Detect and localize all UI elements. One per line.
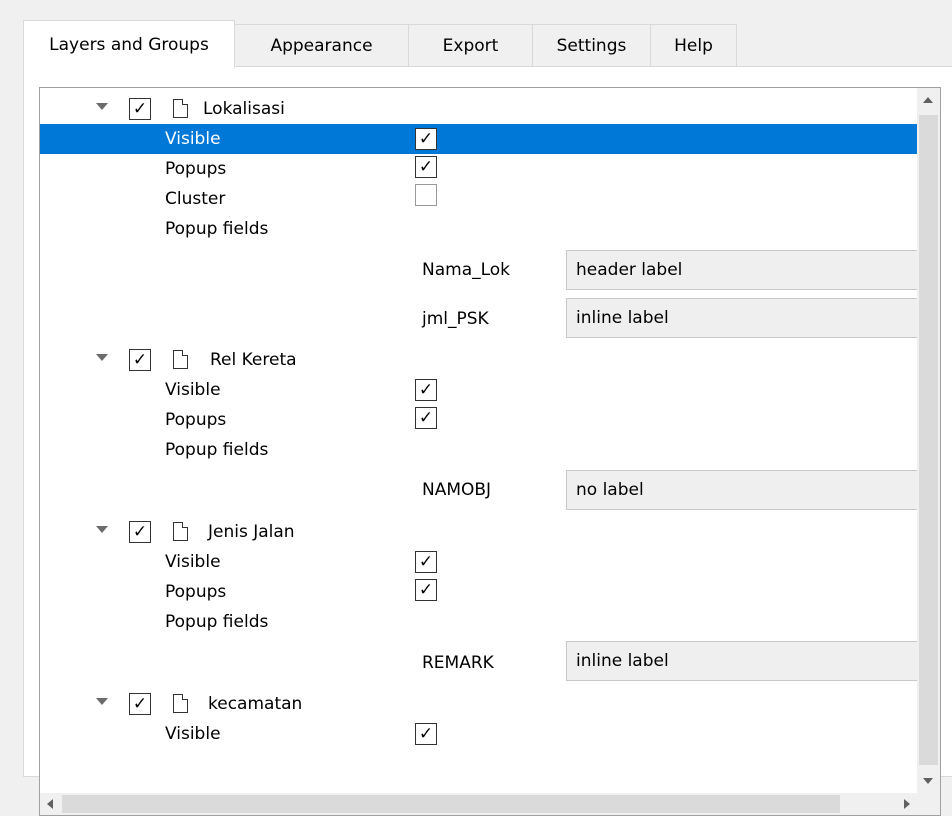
property-row-popups[interactable]: Popups ✓ <box>40 154 917 184</box>
property-row-popups[interactable]: Popups ✓ <box>40 405 917 435</box>
cluster-checkbox[interactable] <box>415 184 437 206</box>
visible-checkbox[interactable]: ✓ <box>415 551 437 573</box>
layer-checkbox[interactable]: ✓ <box>129 693 151 715</box>
document-icon <box>173 350 188 369</box>
tab-appearance[interactable]: Appearance <box>234 24 409 66</box>
layer-name: Rel Kereta <box>210 350 297 370</box>
layer-name: Lokalisasi <box>203 99 285 119</box>
layer-name: kecamatan <box>208 694 303 714</box>
chevron-down-icon[interactable] <box>96 354 108 361</box>
document-icon <box>173 99 188 118</box>
property-row-visible[interactable]: Visible ✓ <box>40 719 917 749</box>
property-row-popups[interactable]: Popups ✓ <box>40 577 917 607</box>
layer-checkbox[interactable]: ✓ <box>129 98 151 120</box>
property-row-popup-fields[interactable]: Popup fields <box>40 607 917 637</box>
property-label: Visible <box>165 129 221 149</box>
select-value: no label <box>576 480 644 500</box>
visible-checkbox[interactable]: ✓ <box>415 379 437 401</box>
property-label: Popups <box>165 582 227 602</box>
horizontal-scrollbar[interactable] <box>40 793 917 815</box>
scrollbar-thumb[interactable] <box>919 115 938 765</box>
visible-checkbox[interactable]: ✓ <box>415 128 437 150</box>
property-label: Visible <box>165 724 221 744</box>
scroll-left-icon[interactable] <box>47 799 53 809</box>
scrollbar-corner <box>917 793 940 815</box>
popups-checkbox[interactable]: ✓ <box>415 156 437 178</box>
property-row-visible[interactable]: Visible ✓ <box>40 375 917 405</box>
document-icon <box>173 694 188 713</box>
popups-checkbox[interactable]: ✓ <box>415 579 437 601</box>
label-mode-select[interactable]: inline label <box>566 298 917 338</box>
scroll-up-icon[interactable] <box>923 97 933 103</box>
layer-checkbox[interactable]: ✓ <box>129 521 151 543</box>
chevron-down-icon[interactable] <box>96 526 108 533</box>
label-mode-select[interactable]: inline label <box>566 641 917 681</box>
scroll-right-icon[interactable] <box>904 799 910 809</box>
label-mode-select[interactable]: header label <box>566 250 917 290</box>
select-value: inline label <box>576 308 669 328</box>
field-name: NAMOBJ <box>422 480 492 500</box>
property-label: Cluster <box>165 189 226 209</box>
property-label: Popup fields <box>165 440 269 460</box>
tab-export[interactable]: Export <box>408 24 533 66</box>
visible-checkbox[interactable]: ✓ <box>415 723 437 745</box>
tab-help[interactable]: Help <box>650 24 737 66</box>
chevron-down-icon[interactable] <box>96 103 108 110</box>
document-icon <box>173 522 188 541</box>
field-name: Nama_Lok <box>422 260 511 280</box>
property-label: Popups <box>165 410 227 430</box>
select-value: header label <box>576 260 683 280</box>
layer-row-lokalisasi[interactable]: ✓ Lokalisasi <box>40 94 917 124</box>
field-name: jml_PSK <box>422 309 489 329</box>
property-label: Popup fields <box>165 219 269 239</box>
scroll-down-icon[interactable] <box>923 778 933 784</box>
property-row-cluster[interactable]: Cluster <box>40 184 917 214</box>
layers-panel: ✓ Lokalisasi Visible ✓ Popups ✓ Cluster … <box>23 66 952 816</box>
tab-settings[interactable]: Settings <box>532 24 651 66</box>
property-row-visible[interactable]: Visible ✓ <box>40 124 917 154</box>
property-label: Popups <box>165 159 227 179</box>
label-mode-select[interactable]: no label <box>566 470 917 510</box>
vertical-scrollbar[interactable] <box>917 88 940 793</box>
layer-name: Jenis Jalan <box>208 522 295 542</box>
layer-checkbox[interactable]: ✓ <box>129 349 151 371</box>
chevron-down-icon[interactable] <box>96 698 108 705</box>
property-row-popup-fields[interactable]: Popup fields <box>40 214 917 244</box>
scrollbar-thumb[interactable] <box>62 795 840 813</box>
tab-layers-and-groups[interactable]: Layers and Groups <box>23 20 235 68</box>
property-label: Visible <box>165 380 221 400</box>
layer-row-rel-kereta[interactable]: ✓ Rel Kereta <box>40 345 917 375</box>
property-label: Visible <box>165 552 221 572</box>
property-row-visible[interactable]: Visible ✓ <box>40 547 917 577</box>
layer-row-jenis-jalan[interactable]: ✓ Jenis Jalan <box>40 517 917 547</box>
popups-checkbox[interactable]: ✓ <box>415 407 437 429</box>
property-label: Popup fields <box>165 612 269 632</box>
select-value: inline label <box>576 651 669 671</box>
tree-viewport: ✓ Lokalisasi Visible ✓ Popups ✓ Cluster … <box>40 88 917 793</box>
layers-tree: ✓ Lokalisasi Visible ✓ Popups ✓ Cluster … <box>39 87 941 816</box>
layer-row-kecamatan[interactable]: ✓ kecamatan <box>40 689 917 719</box>
field-name: REMARK <box>422 653 494 673</box>
property-row-popup-fields[interactable]: Popup fields <box>40 435 917 465</box>
